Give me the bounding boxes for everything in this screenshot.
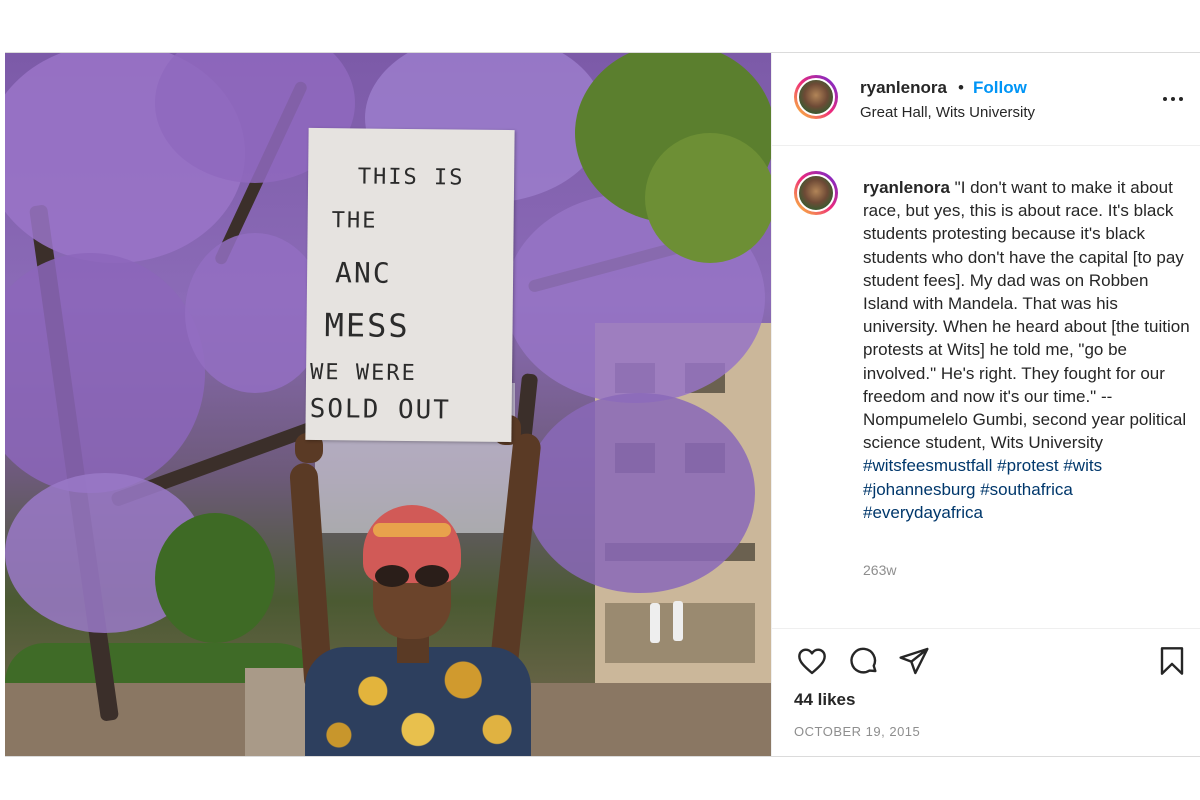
caption-username[interactable]: ryanlenora xyxy=(863,178,950,197)
caption-body: "I don't want to make it about race, but… xyxy=(863,178,1190,453)
location-link[interactable]: Great Hall, Wits University xyxy=(860,104,1035,121)
hashtag-link[interactable]: #everydayafrica xyxy=(863,503,983,522)
caption-block: ryanlenora "I don't want to make it abou… xyxy=(772,146,1200,626)
protest-sign: THIS IS THE ANC MESS WE WERE SOLD OUT xyxy=(305,127,515,443)
sign-line-3: ANC xyxy=(334,256,392,290)
hashtag-link[interactable]: #protest xyxy=(997,456,1058,475)
post-age[interactable]: 263w xyxy=(863,562,896,578)
follow-button[interactable]: Follow xyxy=(973,78,1027,98)
sign-line-4: MESS xyxy=(324,306,410,345)
hashtag-link[interactable]: #wits xyxy=(1063,456,1102,475)
header-username[interactable]: ryanlenora xyxy=(860,78,947,98)
caption-text: ryanlenora "I don't want to make it abou… xyxy=(863,176,1193,524)
hashtag-link[interactable]: #southafrica xyxy=(980,480,1073,499)
avatar[interactable] xyxy=(794,75,838,119)
sign-line-5: WE WERE xyxy=(309,359,417,387)
post-date: OCTOBER 19, 2015 xyxy=(794,724,921,739)
post-card: THIS IS THE ANC MESS WE WERE SOLD OUT ry… xyxy=(5,52,1200,757)
sunglasses xyxy=(371,565,453,587)
heart-icon[interactable] xyxy=(796,645,828,677)
post-header: ryanlenora • Follow Great Hall, Wits Uni… xyxy=(772,53,1200,146)
post-sidebar: ryanlenora • Follow Great Hall, Wits Uni… xyxy=(771,53,1200,756)
sign-line-2: THE xyxy=(331,208,378,234)
hashtag-link[interactable]: #johannesburg xyxy=(863,480,975,499)
sign-line-1: THIS IS xyxy=(357,164,465,191)
likes-count[interactable]: 44 likes xyxy=(794,690,855,710)
more-options-icon[interactable] xyxy=(1162,89,1186,109)
action-bar: 44 likes OCTOBER 19, 2015 xyxy=(772,628,1200,757)
sign-line-6: SOLD OUT xyxy=(309,393,452,426)
paper-plane-icon[interactable] xyxy=(898,645,930,677)
protester-shirt xyxy=(305,647,531,756)
post-photo[interactable]: THIS IS THE ANC MESS WE WERE SOLD OUT xyxy=(5,53,771,756)
bookmark-icon[interactable] xyxy=(1156,645,1188,677)
hashtag-list: #witsfeesmustfall #protest #wits #johann… xyxy=(863,454,1193,524)
comment-icon[interactable] xyxy=(848,645,880,677)
hashtag-link[interactable]: #witsfeesmustfall xyxy=(863,456,992,475)
caption-avatar[interactable] xyxy=(794,171,838,215)
separator-dot: • xyxy=(958,78,964,97)
